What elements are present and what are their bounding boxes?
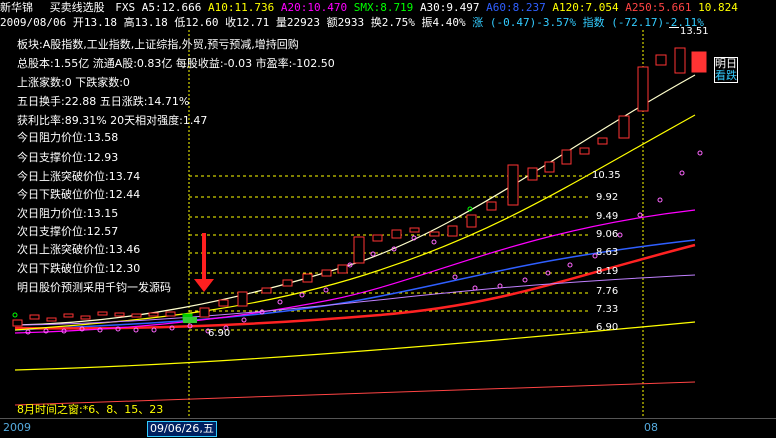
info-today-resist: 今日阻力价位:13.58 — [17, 131, 119, 144]
a60-value: A60:8.237 — [486, 1, 546, 14]
info-sector: 板块:A股指数,工业指数,上证综指,外贸,预亏预减,增持回购 — [17, 38, 299, 51]
candle — [429, 231, 440, 237]
a250-value: A250:5.661 — [625, 1, 692, 14]
price-summary: 2009/08/06 开13.18 高13.18 低12.60 收12.71 量… — [0, 15, 704, 30]
candle — [63, 313, 74, 318]
info-today-breakdown: 今日下跌破位价位:12.44 — [17, 188, 141, 201]
candle-last — [691, 51, 707, 73]
candle — [337, 264, 348, 274]
low-price-label: 6.90 — [208, 328, 231, 339]
info-forecast-note: 明日股价预测采用千钧一发源码 — [17, 281, 171, 294]
change-value: 涨 (-0.47)-3.57% — [472, 16, 576, 29]
info-today-support: 今日支撑价位:12.93 — [17, 151, 119, 164]
amplitude-value: 振4.40% — [421, 16, 466, 29]
level-label: 8.19 — [596, 266, 619, 277]
level-label: 9.92 — [596, 192, 619, 203]
info-capital: 总股本:1.55亿 流通A股:0.83亿 每股收益:-0.03 市盈率:-102… — [17, 57, 335, 70]
indicator-name[interactable]: 买卖线选股 — [50, 1, 105, 14]
candle — [447, 225, 458, 237]
candle — [353, 236, 365, 264]
level-label: 8.63 — [596, 247, 619, 258]
candle — [637, 66, 649, 112]
a20-value: A20:10.470 — [280, 1, 348, 14]
candle — [148, 312, 159, 317]
date-value: 2009/08/06 — [0, 16, 67, 29]
candle — [507, 164, 519, 206]
candle — [321, 269, 332, 277]
indicator-header: 新华锦 买卖线选股 FXS A5:12.666 A10:11.736 A20:1… — [0, 0, 738, 15]
level-label: 7.33 — [596, 304, 619, 315]
info-adv-dec: 上涨家数:0 下跌家数:0 — [17, 76, 130, 89]
candle — [655, 54, 667, 66]
candle — [527, 167, 538, 181]
candle — [165, 311, 176, 317]
info-next-breakout: 次日上涨突破价位:13.46 — [17, 243, 141, 256]
info-profit: 获利比率:89.31% 20天相对强度:1.47 — [17, 114, 208, 127]
low-value: 低12.60 — [174, 16, 219, 29]
candle — [80, 315, 91, 320]
high-price-label: 13.51 — [680, 26, 709, 37]
level-lines — [189, 175, 590, 331]
info-next-breakdown: 次日下跌破位价位:12.30 — [17, 262, 141, 275]
candle — [46, 317, 57, 322]
info-next-support: 次日支撑价位:12.57 — [17, 225, 119, 238]
candle — [29, 314, 40, 320]
candle — [544, 161, 555, 173]
forecast-badge[interactable]: 明日 看跌 — [714, 57, 738, 83]
a120-value: A120:7.054 — [552, 1, 619, 14]
info-next-resist: 次日阻力价位:13.15 — [17, 207, 119, 220]
level-label: 9.06 — [596, 229, 619, 240]
smx-value: SMX:8.719 — [353, 1, 414, 14]
high-value: 高13.18 — [123, 16, 168, 29]
candle — [561, 149, 572, 165]
close-value: 收12.71 — [225, 16, 270, 29]
info-today-breakout: 今日上涨突破价位:13.74 — [17, 170, 141, 183]
turnover-value: 换2.75% — [370, 16, 415, 29]
high-tick — [669, 27, 679, 28]
candle — [579, 147, 590, 155]
date-axis — [0, 418, 776, 438]
candle — [391, 229, 402, 239]
last-value: 10.824 — [698, 1, 738, 14]
cursor-date[interactable]: 09/06/26,五 — [147, 421, 217, 437]
candle — [97, 311, 108, 316]
candle — [302, 273, 313, 283]
candle — [12, 319, 23, 327]
cursor-tag — [183, 317, 197, 323]
axis-month: 08 — [644, 421, 658, 434]
candle — [466, 214, 477, 228]
level-label: 10.35 — [592, 170, 621, 181]
volume-value: 量22923 — [275, 16, 320, 29]
candle — [282, 279, 293, 287]
info-turnover: 五日换手:22.88 五日涨跌:14.71% — [17, 95, 190, 108]
candle — [409, 227, 420, 233]
candle — [372, 234, 383, 242]
stock-name[interactable]: 新华锦 — [0, 1, 33, 14]
a30-value: A30:9.497 — [419, 1, 480, 14]
candle — [674, 47, 686, 74]
a5-value: A5:12.666 — [141, 1, 202, 14]
level-label: 6.90 — [596, 322, 619, 333]
fxs-label: FXS — [115, 1, 136, 14]
axis-year: 2009 — [3, 421, 31, 434]
candle — [261, 287, 272, 294]
down-arrow — [194, 233, 214, 292]
forecast-line2: 看跌 — [715, 69, 737, 82]
candle — [114, 312, 125, 317]
candle — [237, 291, 248, 307]
open-value: 开13.18 — [72, 16, 117, 29]
candle — [218, 299, 229, 307]
level-label: 7.76 — [596, 286, 619, 297]
candle — [199, 307, 210, 318]
candle — [618, 115, 630, 139]
a10-value: A10:11.736 — [207, 1, 275, 14]
start-marker — [12, 312, 18, 318]
candle — [131, 313, 142, 318]
candle — [486, 201, 497, 211]
level-label: 9.49 — [596, 211, 619, 222]
amount-value: 额2933 — [326, 16, 365, 29]
time-window-text: 8月时间之窗:*6、8、15、23 — [17, 403, 164, 416]
candle — [597, 137, 608, 145]
